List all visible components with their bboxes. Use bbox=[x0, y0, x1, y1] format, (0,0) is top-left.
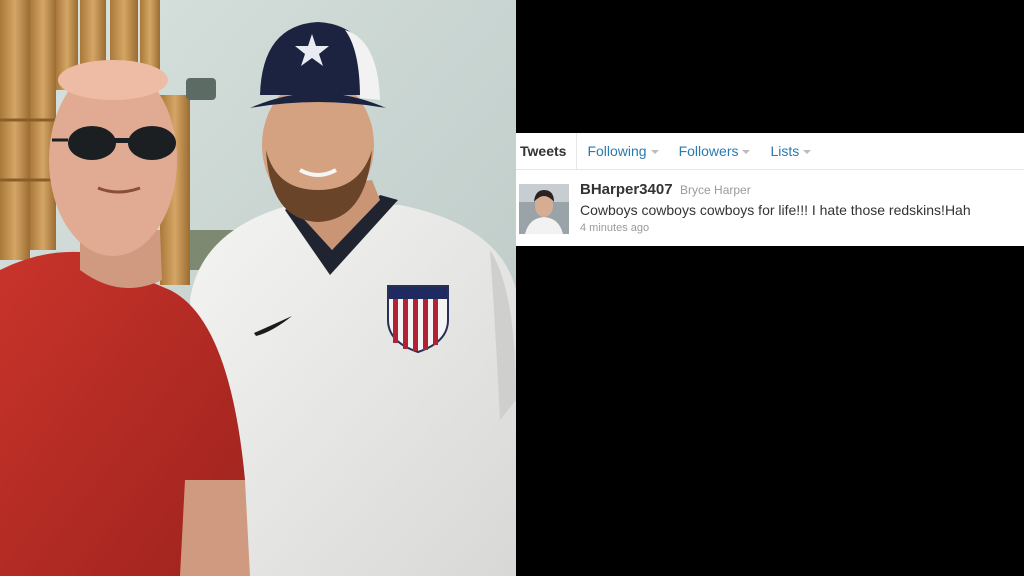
tab-following-label: Following bbox=[587, 143, 647, 159]
tweet-card: Tweets Following Followers Lists BHarper… bbox=[516, 133, 1024, 246]
tweet-body: BHarper3407 Bryce Harper Cowboys cowboys… bbox=[580, 182, 1020, 235]
tweet-timestamp[interactable]: 4 minutes ago bbox=[580, 222, 1020, 235]
screenshot-frame: Tweets Following Followers Lists BHarper… bbox=[0, 0, 1024, 576]
tab-followers-label: Followers bbox=[678, 143, 739, 159]
tweet-text: Cowboys cowboys cowboys for life!!! I ha… bbox=[580, 202, 971, 218]
tab-following[interactable]: Following bbox=[577, 133, 668, 169]
caret-down-icon bbox=[650, 150, 659, 154]
caret-down-icon bbox=[742, 150, 751, 154]
caret-down-icon bbox=[803, 150, 812, 154]
tweet-item: BHarper3407 Bryce Harper Cowboys cowboys… bbox=[516, 170, 1024, 246]
full-name: Bryce Harper bbox=[680, 183, 751, 197]
screen-name[interactable]: BHarper3407 bbox=[580, 181, 673, 198]
tab-followers[interactable]: Followers bbox=[669, 133, 761, 169]
black-background: Tweets Following Followers Lists BHarper… bbox=[516, 0, 1024, 576]
tweet-header: BHarper3407 Bryce Harper bbox=[580, 182, 1020, 198]
tab-lists[interactable]: Lists bbox=[760, 133, 821, 169]
tab-lists-label: Lists bbox=[770, 143, 800, 159]
avatar[interactable] bbox=[519, 184, 569, 234]
user-avatar-photo bbox=[519, 184, 569, 234]
tab-tweets-label: Tweets bbox=[520, 143, 567, 159]
photo-two-men bbox=[0, 0, 516, 576]
profile-tabs: Tweets Following Followers Lists bbox=[516, 133, 1024, 170]
photo-illustration bbox=[0, 0, 516, 576]
tab-tweets[interactable]: Tweets bbox=[516, 133, 578, 169]
